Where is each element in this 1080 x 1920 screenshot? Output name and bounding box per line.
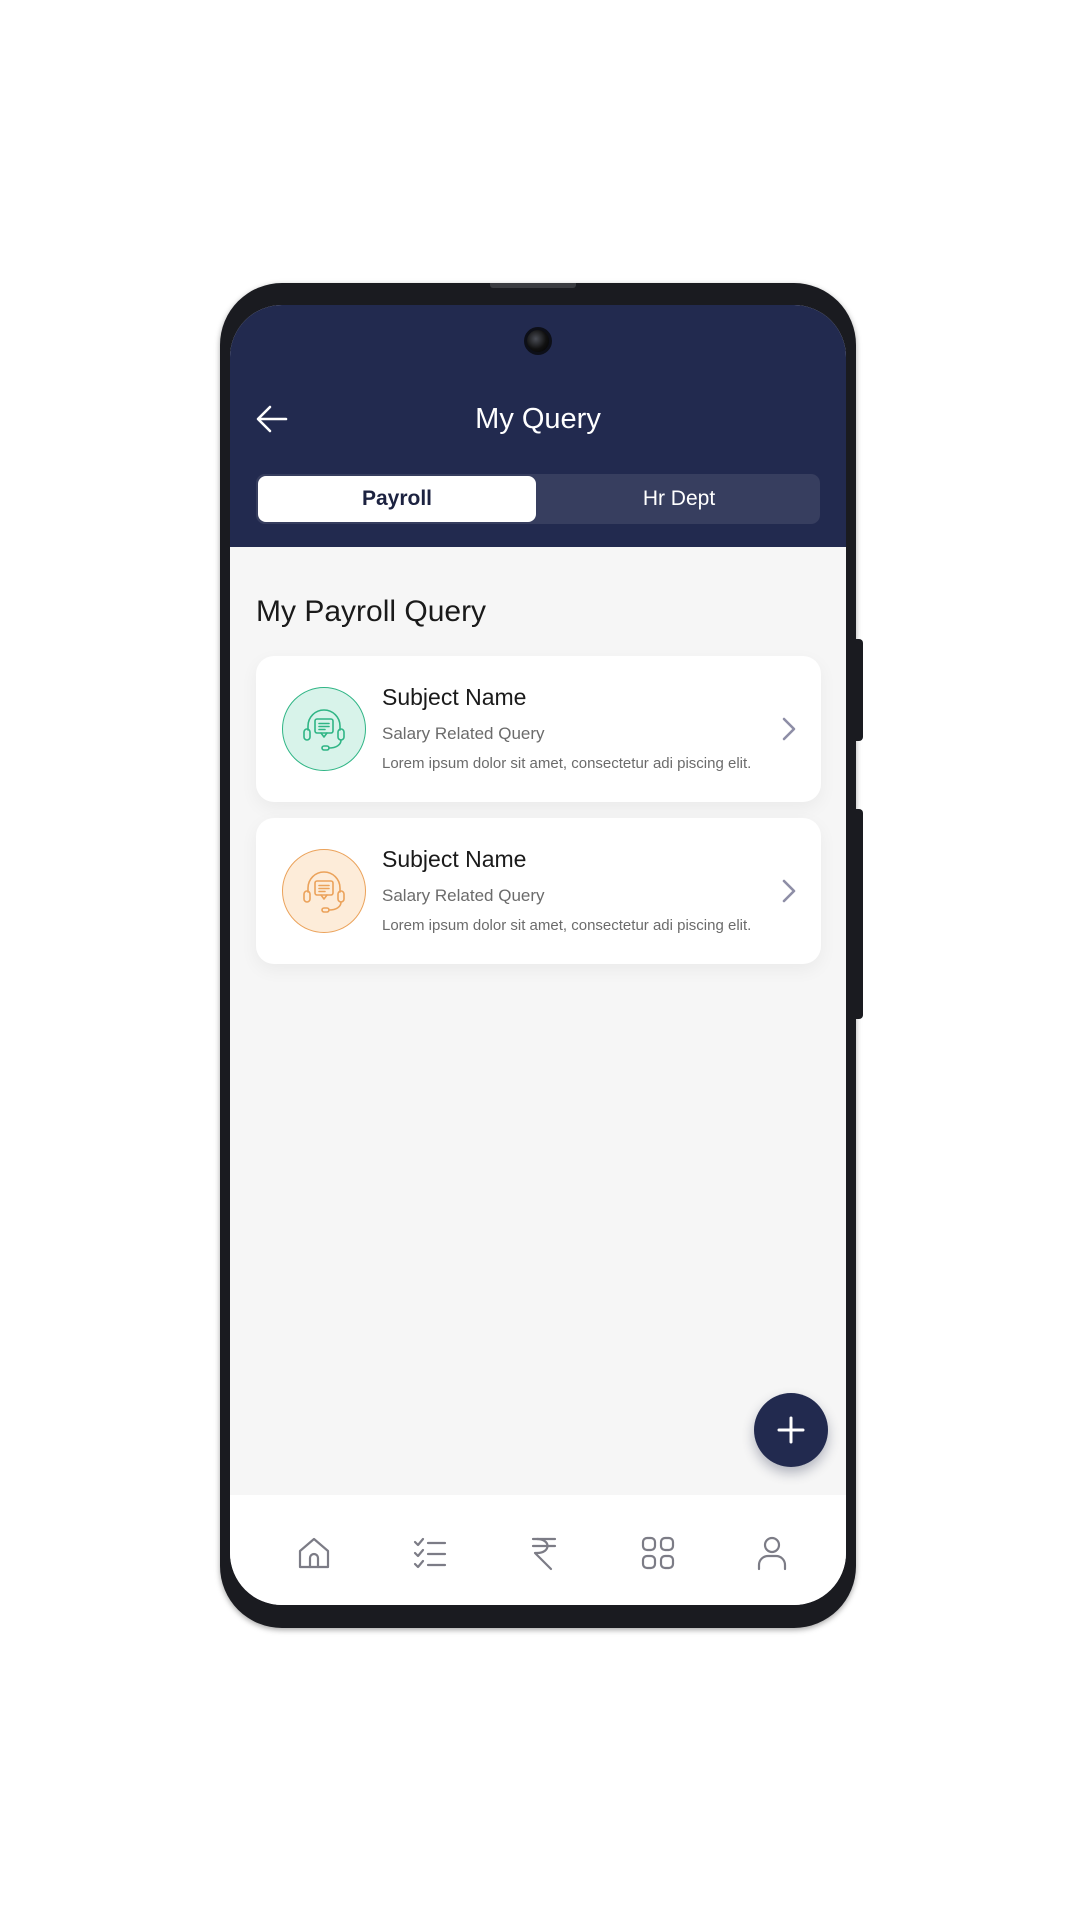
- nav-apps[interactable]: [636, 1531, 680, 1575]
- tab-bar: Payroll Hr Dept: [256, 474, 820, 524]
- nav-tasks[interactable]: [408, 1531, 452, 1575]
- section-title: My Payroll Query: [256, 595, 487, 628]
- query-subject: Subject Name: [382, 846, 527, 872]
- front-camera: [524, 327, 552, 355]
- query-avatar: [282, 849, 366, 933]
- plus-icon: [777, 1416, 805, 1444]
- chevron-right-icon: [782, 717, 796, 741]
- query-subject: Subject Name: [382, 684, 527, 710]
- phone-top-edge: [490, 283, 576, 288]
- query-description: Lorem ipsum dolor sit amet, consectetur …: [382, 917, 752, 934]
- page-title: My Query: [475, 403, 601, 435]
- query-card[interactable]: Subject Name Salary Related Query Lorem …: [256, 818, 821, 964]
- screen: My Query Payroll Hr Dept My Payroll Quer…: [230, 305, 846, 1605]
- headset-support-icon: [303, 871, 345, 913]
- user-icon: [757, 1536, 787, 1571]
- headset-support-icon: [303, 709, 345, 751]
- query-avatar: [282, 687, 366, 771]
- chevron-right-icon: [782, 879, 796, 903]
- bottom-navigation: [230, 1495, 846, 1605]
- add-query-button[interactable]: [754, 1393, 828, 1467]
- tab-payroll[interactable]: Payroll: [258, 476, 536, 522]
- volume-button: [855, 809, 863, 1019]
- nav-profile[interactable]: [750, 1531, 794, 1575]
- power-button: [855, 639, 863, 741]
- query-category: Salary Related Query: [382, 886, 545, 905]
- nav-home[interactable]: [292, 1531, 336, 1575]
- query-description: Lorem ipsum dolor sit amet, consectetur …: [382, 755, 752, 772]
- query-category: Salary Related Query: [382, 724, 545, 743]
- home-icon: [298, 1537, 330, 1569]
- nav-payroll[interactable]: [522, 1531, 566, 1575]
- app-header: My Query Payroll Hr Dept: [230, 305, 846, 547]
- query-card[interactable]: Subject Name Salary Related Query Lorem …: [256, 656, 821, 802]
- grid-icon: [641, 1536, 675, 1570]
- checklist-icon: [413, 1537, 447, 1569]
- tab-hr-dept[interactable]: Hr Dept: [540, 476, 818, 522]
- phone-frame: My Query Payroll Hr Dept My Payroll Quer…: [220, 283, 863, 1628]
- rupee-icon: [531, 1537, 557, 1571]
